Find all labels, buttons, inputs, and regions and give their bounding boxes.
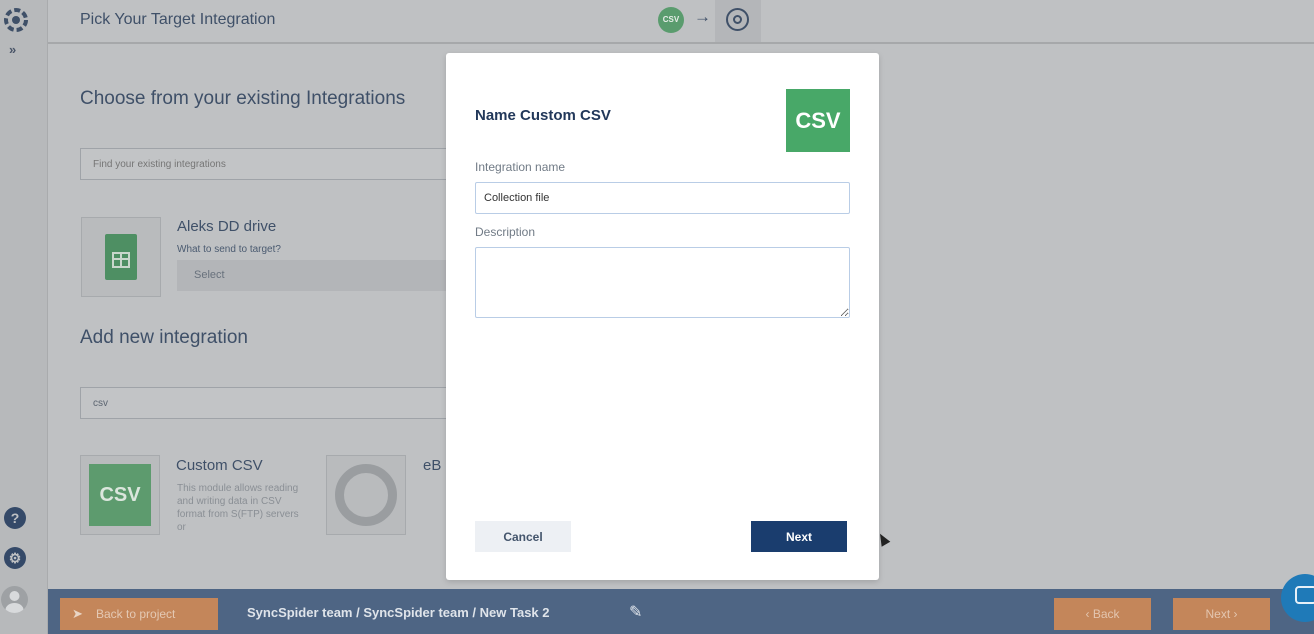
csv-tile-icon: CSV	[89, 464, 151, 526]
add-new-search-input[interactable]: csv	[80, 387, 460, 419]
csv-badge-icon: CSV	[786, 89, 850, 152]
chevron-left-icon: ‹	[1085, 607, 1093, 621]
top-header: Pick Your Target Integration CSV →	[48, 0, 1314, 44]
integration-name-input[interactable]	[475, 182, 850, 214]
custom-csv-title: Custom CSV	[176, 457, 263, 474]
arrow-right-icon: →	[694, 7, 711, 26]
send-to-target-select[interactable]: Select	[177, 260, 447, 291]
next-button[interactable]: Next	[751, 521, 847, 552]
expand-sidebar-icon[interactable]: »	[9, 42, 16, 57]
footer-back-label: Back	[1092, 607, 1120, 621]
description-textarea[interactable]	[475, 247, 850, 318]
ebay-card[interactable]	[326, 455, 406, 535]
breadcrumb: SyncSpider team / SyncSpider team / New …	[247, 605, 550, 620]
google-sheets-card[interactable]	[81, 217, 161, 297]
existing-card-title: Aleks DD drive	[177, 218, 277, 235]
left-rail: » ? ⚙	[0, 0, 48, 634]
back-to-project-label: Back to project	[96, 607, 176, 621]
footer-next-button[interactable]: Next ›	[1173, 598, 1270, 630]
google-sheets-icon	[105, 234, 137, 280]
name-integration-modal: Name Custom CSV CSV Integration name Des…	[446, 53, 879, 580]
existing-integrations-search[interactable]	[80, 148, 460, 180]
user-icon	[5, 591, 24, 613]
footer-back-button[interactable]: ‹ Back	[1054, 598, 1151, 630]
modal-title: Name Custom CSV	[475, 107, 611, 124]
sync-placeholder-icon	[335, 464, 397, 526]
footer-next-label: Next	[1205, 607, 1231, 621]
help-icon[interactable]: ?	[4, 507, 26, 529]
syncspider-logo-icon[interactable]	[3, 7, 29, 33]
custom-csv-card[interactable]: CSV	[80, 455, 160, 535]
chevron-right-icon: ›	[1230, 607, 1238, 621]
back-to-project-button[interactable]: ➤ Back to project	[60, 598, 218, 630]
page-title: Pick Your Target Integration	[80, 11, 276, 28]
cancel-button[interactable]: Cancel	[475, 521, 571, 552]
target-icon	[726, 8, 749, 31]
existing-integrations-heading: Choose from your existing Integrations	[80, 88, 406, 109]
edit-pencil-icon[interactable]: ✎	[629, 602, 642, 622]
integration-name-label: Integration name	[475, 160, 566, 174]
avatar[interactable]	[1, 586, 28, 613]
ebay-title: eB	[423, 457, 442, 474]
step-target[interactable]	[715, 0, 761, 42]
description-label: Description	[475, 225, 536, 239]
bottom-bar: ➤ Back to project SyncSpider team / Sync…	[48, 589, 1314, 634]
rocket-icon: ➤	[72, 606, 83, 621]
settings-icon[interactable]: ⚙	[4, 547, 26, 569]
add-new-integration-heading: Add new integration	[80, 327, 248, 348]
existing-card-question: What to send to target?	[177, 244, 281, 255]
step-source-csv[interactable]: CSV	[658, 7, 684, 33]
custom-csv-description: This module allows reading and writing d…	[177, 483, 299, 533]
chat-icon	[1295, 586, 1314, 604]
